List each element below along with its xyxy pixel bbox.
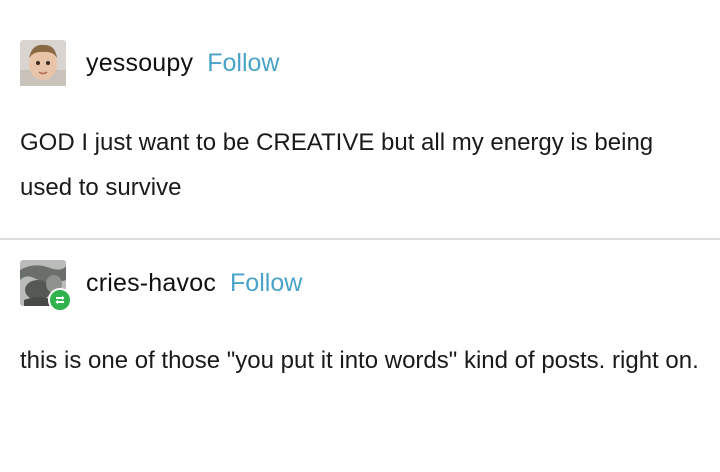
post-text: this is one of those "you put it into wo… [20, 347, 699, 374]
follow-button[interactable]: Follow [207, 49, 279, 78]
follow-button[interactable]: Follow [230, 269, 302, 298]
post-original: yessoupy Follow GOD I just want to be CR… [0, 0, 720, 238]
reblog-icon [55, 295, 65, 305]
username[interactable]: yessoupy [86, 49, 193, 78]
child-portrait-avatar-icon [20, 40, 66, 86]
post-header: yessoupy Follow [20, 40, 279, 86]
user-avatar[interactable] [20, 260, 72, 312]
username[interactable]: cries-havoc [86, 269, 216, 298]
post-reblog: cries-havoc Follow this is one of those … [0, 240, 720, 472]
post-text: GOD I just want to be CREATIVE but all m… [20, 129, 654, 201]
user-avatar[interactable] [20, 40, 66, 86]
post-header: cries-havoc Follow [20, 260, 302, 312]
reblog-badge [48, 288, 72, 312]
